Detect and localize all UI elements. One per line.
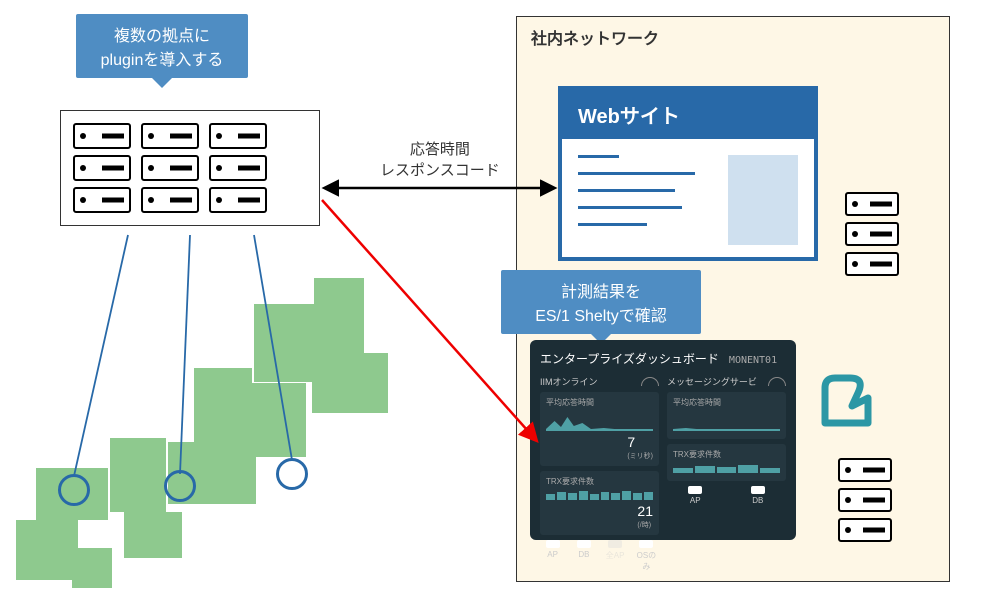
server-unit — [838, 518, 892, 542]
response-line-chart-r — [673, 411, 780, 431]
server-unit — [845, 192, 899, 216]
trx-bar-chart-r — [673, 463, 780, 473]
shelty-server-stack — [838, 458, 892, 542]
arrow-label: 応答時間 レスポンスコード — [380, 138, 500, 180]
callout-plugin-line1: 複数の拠点に — [92, 22, 232, 46]
server-unit — [209, 155, 267, 181]
response-line-chart — [546, 411, 653, 431]
server-unit — [73, 123, 131, 149]
server-unit — [209, 123, 267, 149]
website-image-placeholder — [728, 155, 798, 245]
footer-ap2: AP — [667, 486, 724, 505]
website-body — [562, 139, 814, 261]
server-rack — [73, 123, 131, 213]
dashboard-metric-response: 平均応答時間 7(ミリ秒) — [540, 392, 659, 466]
callout-shelty-line1: 計測結果を — [517, 278, 685, 302]
dashboard-title-row: エンタープライズダッシュボード MONENT01 — [540, 350, 786, 367]
website-text-lines — [578, 155, 716, 245]
server-unit — [73, 187, 131, 213]
callout-plugin: 複数の拠点に pluginを導入する — [76, 14, 248, 78]
website-title: Webサイト — [562, 90, 814, 139]
callout-shelty: 計測結果を ES/1 Sheltyで確認 — [501, 270, 701, 334]
website-mock: Webサイト — [558, 86, 818, 261]
footer-allap: 全AP — [603, 540, 628, 572]
dashboard-section-right: メッセージングサービ — [667, 375, 786, 388]
server-rack — [141, 123, 199, 213]
network-label: 社内ネットワーク — [531, 25, 659, 49]
arrow-label-line2: レスポンスコード — [380, 159, 500, 180]
server-unit — [845, 252, 899, 276]
dashboard-footer-left: AP DB 全AP OSのみ — [540, 540, 659, 572]
gauge-icon — [768, 377, 786, 386]
server-unit — [73, 155, 131, 181]
footer-db2: DB — [730, 486, 787, 505]
server-unit — [141, 123, 199, 149]
dashboard-footer-right: AP DB — [667, 486, 786, 505]
server-unit — [838, 458, 892, 482]
callout-shelty-line2: ES/1 Sheltyで確認 — [517, 302, 685, 326]
server-unit — [209, 187, 267, 213]
arrow-label-line1: 応答時間 — [380, 138, 500, 159]
server-unit — [141, 187, 199, 213]
callout-plugin-line2: pluginを導入する — [92, 46, 232, 70]
trx-bar-chart — [546, 490, 653, 500]
japan-map — [14, 268, 404, 598]
dashboard-metric-trx: TRX要求件数 21(/時) — [540, 471, 659, 535]
shelty-logo — [810, 368, 880, 438]
web-server-stack — [845, 192, 899, 276]
footer-ap: AP — [540, 540, 565, 572]
location-marker — [58, 474, 90, 506]
location-marker — [276, 458, 308, 490]
plugin-server-box — [60, 110, 320, 226]
dashboard-section-left: IIMオンライン — [540, 375, 659, 388]
server-unit — [838, 488, 892, 512]
dashboard-metric-trx-r: TRX要求件数 — [667, 444, 786, 481]
dashboard-code: MONENT01 — [729, 355, 777, 366]
footer-db: DB — [571, 540, 596, 572]
server-rack — [209, 123, 267, 213]
server-unit — [141, 155, 199, 181]
footer-os: OSのみ — [634, 540, 659, 572]
enterprise-dashboard: エンタープライズダッシュボード MONENT01 IIMオンライン 平均応答時間… — [530, 340, 796, 540]
server-unit — [845, 222, 899, 246]
dashboard-title: エンタープライズダッシュボード — [540, 350, 719, 367]
location-marker — [164, 470, 196, 502]
dashboard-metric-response-r: 平均応答時間 — [667, 392, 786, 439]
gauge-icon — [641, 377, 659, 386]
